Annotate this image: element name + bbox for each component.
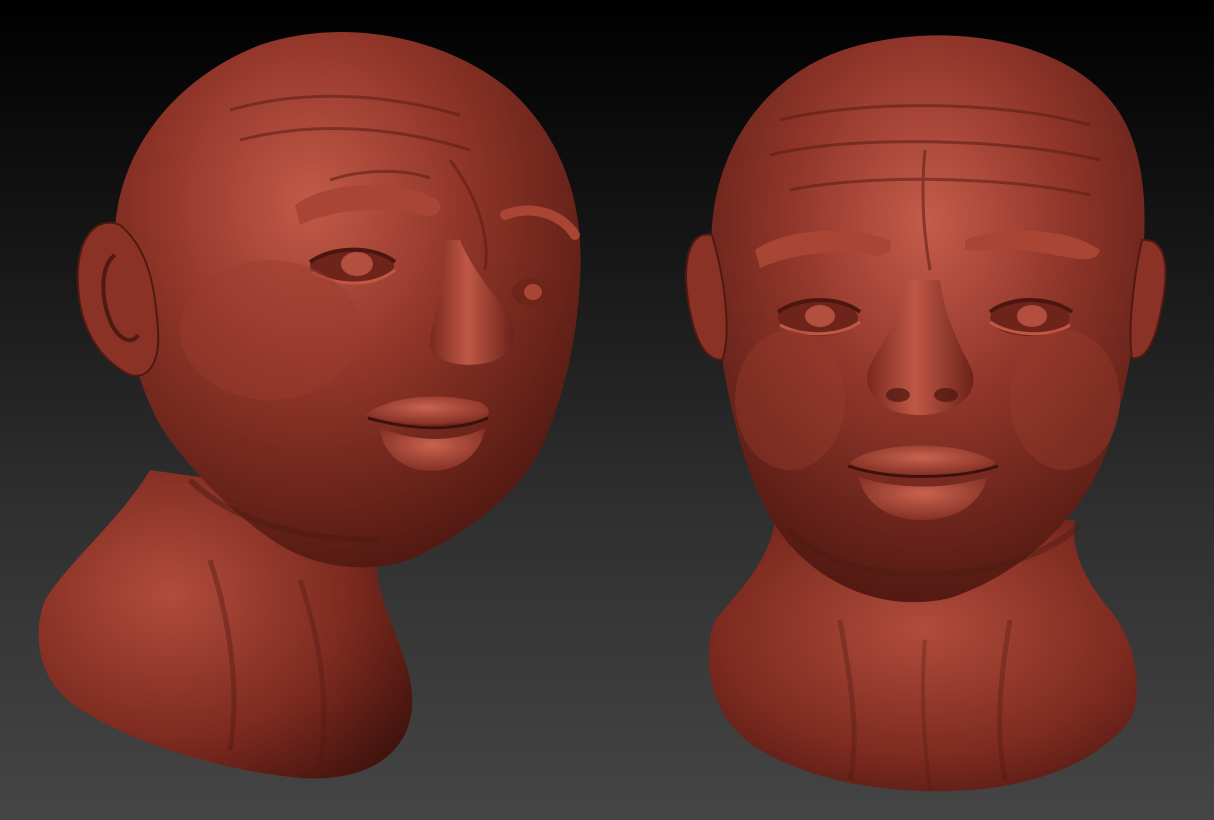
right-head-nostril-right (934, 388, 958, 402)
left-head-cheek (180, 260, 360, 400)
right-head-nostril-left (886, 388, 910, 402)
left-head-far-eye (512, 278, 552, 306)
right-head-cheek-right (1010, 330, 1120, 470)
sculpt-viewport (0, 0, 1214, 820)
sculpted-head-three-quarter-view (38, 32, 581, 779)
right-head-cheek-left (735, 330, 845, 470)
sculpted-head-front-view (685, 35, 1167, 792)
viewport-canvas (38, 32, 1167, 792)
